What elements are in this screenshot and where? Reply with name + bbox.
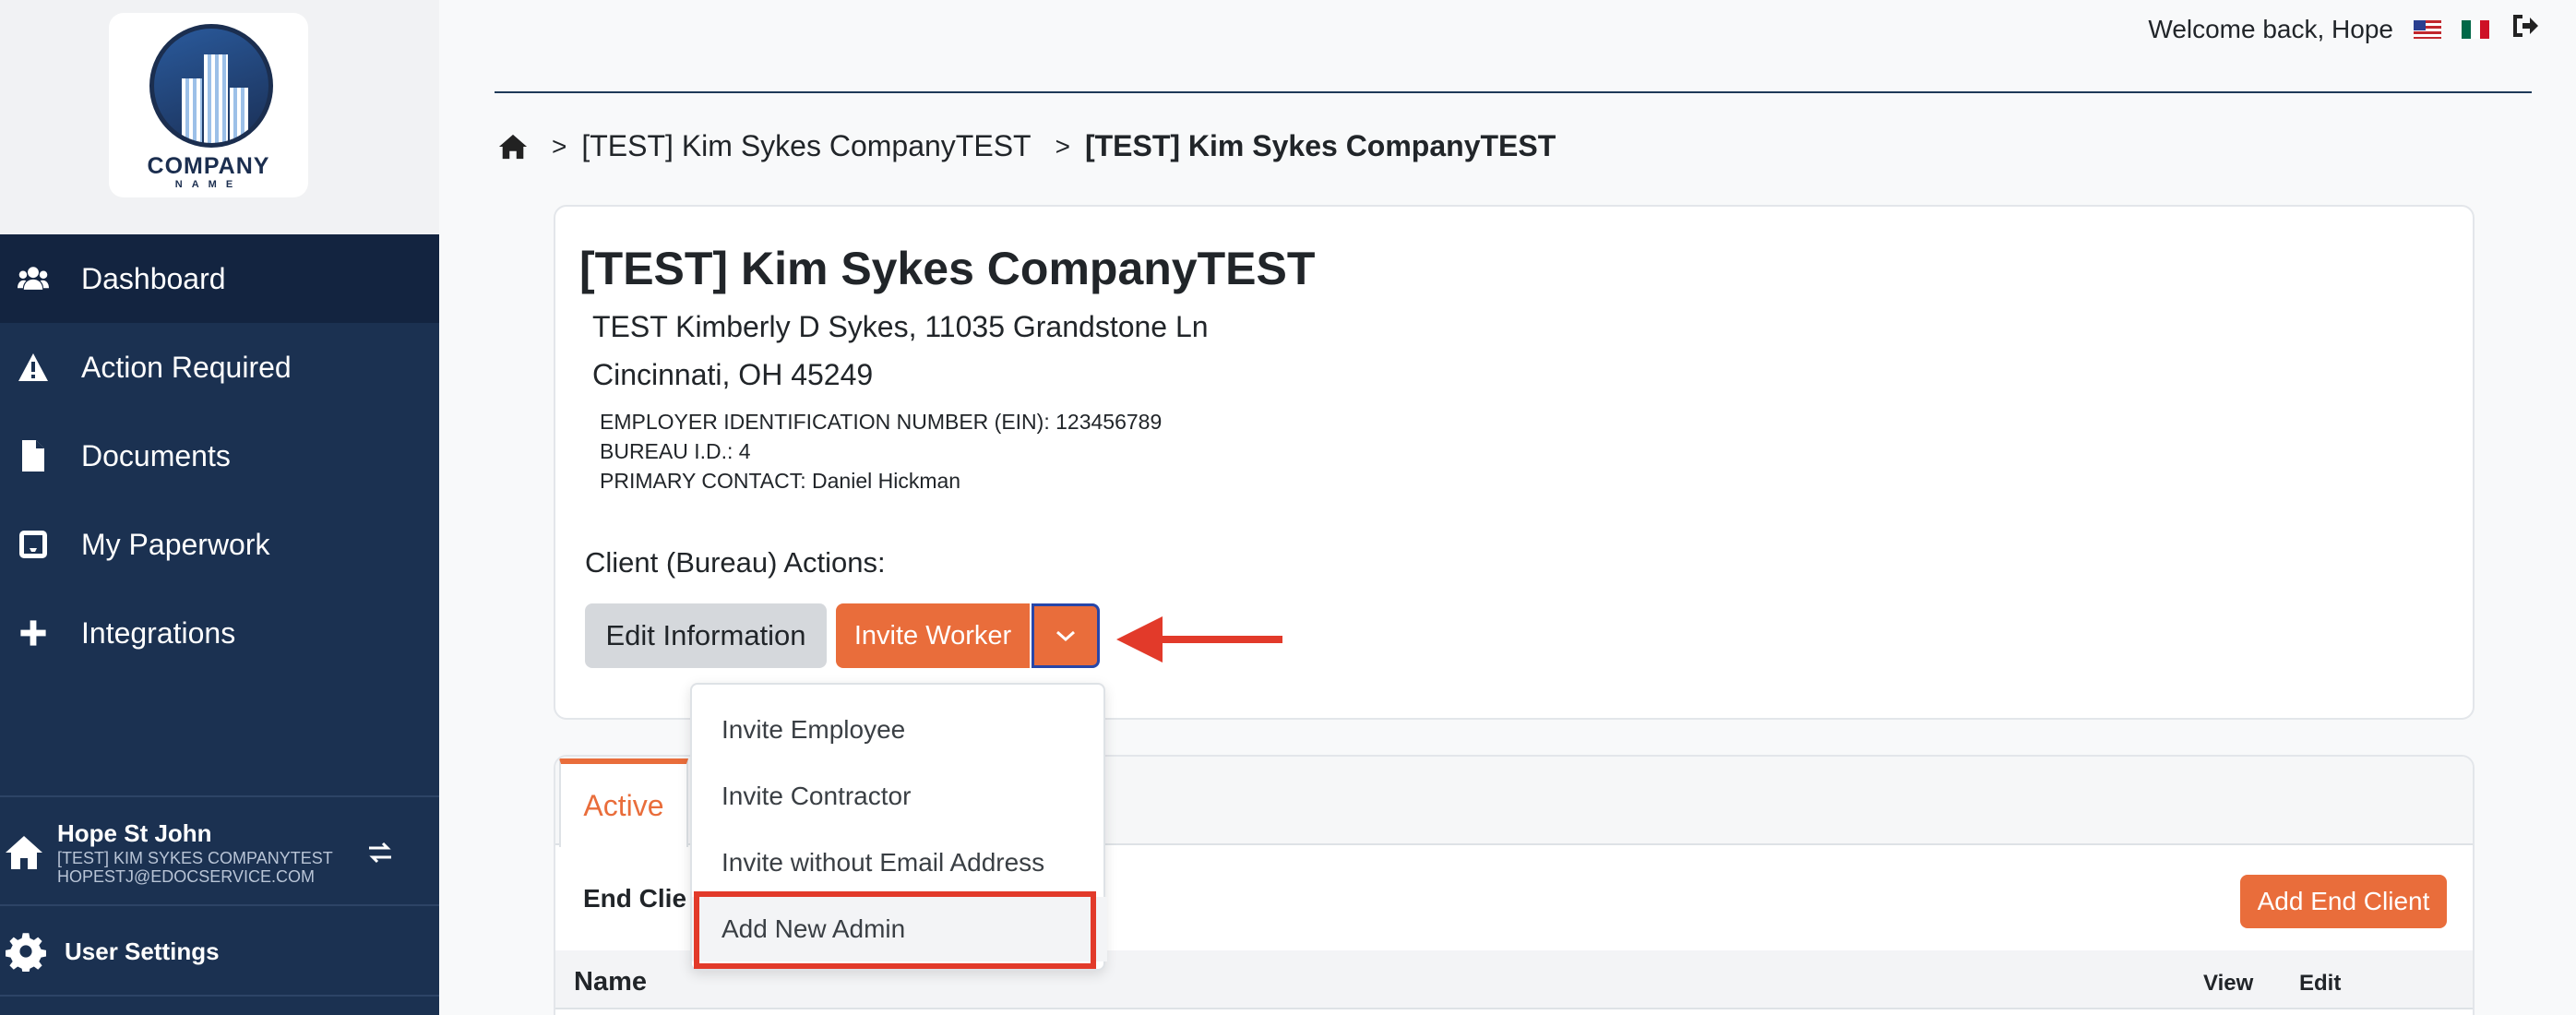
header-divider bbox=[495, 91, 2532, 93]
end-clients-heading: End Clie bbox=[583, 884, 687, 913]
sidebar-item-my-paperwork[interactable]: My Paperwork bbox=[0, 500, 439, 589]
company-primary-contact: PRIMARY CONTACT: Daniel Hickman bbox=[600, 469, 961, 493]
column-header-view: View bbox=[2203, 971, 2254, 996]
edit-information-button[interactable]: Edit Information bbox=[585, 603, 827, 668]
annotation-arrow-icon bbox=[1116, 616, 1282, 663]
building-logo-icon bbox=[149, 24, 273, 148]
mexico-flag-icon[interactable] bbox=[2462, 19, 2489, 39]
user-settings-item[interactable]: User Settings bbox=[0, 908, 439, 997]
sidebar-item-integrations[interactable]: Integrations bbox=[0, 589, 439, 677]
plus-icon bbox=[17, 616, 50, 650]
annotation-highlight-box bbox=[694, 891, 1096, 969]
warning-icon bbox=[17, 351, 50, 384]
company-address-line1: TEST Kimberly D Sykes, 11035 Grandstone … bbox=[592, 310, 1209, 343]
column-header-name[interactable]: Name bbox=[574, 967, 647, 997]
logout-icon[interactable] bbox=[2510, 11, 2539, 47]
file-icon bbox=[17, 439, 50, 472]
us-flag-icon[interactable] bbox=[2414, 19, 2441, 39]
top-bar: Welcome back, Hope bbox=[2148, 11, 2539, 47]
add-end-client-button[interactable]: Add End Client bbox=[2240, 875, 2447, 928]
sidebar-item-dashboard[interactable]: Dashboard bbox=[0, 234, 439, 323]
invite-dropdown-toggle[interactable] bbox=[1032, 603, 1100, 668]
sidebar-item-documents[interactable]: Documents bbox=[0, 412, 439, 500]
swap-arrows-icon[interactable] bbox=[365, 838, 395, 867]
user-profile-block[interactable]: Hope St John [TEST] KIM SYKES COMPANYTES… bbox=[0, 795, 439, 906]
column-header-edit: Edit bbox=[2299, 971, 2342, 996]
chevron-right-icon: > bbox=[1055, 131, 1070, 161]
company-logo[interactable]: COMPANY NAME bbox=[109, 13, 308, 197]
company-card: [TEST] Kim Sykes CompanyTEST TEST Kimber… bbox=[554, 205, 2475, 720]
company-bureau-id: BUREAU I.D.: 4 bbox=[600, 439, 751, 463]
breadcrumb: > [TEST] Kim Sykes CompanyTEST > [TEST] … bbox=[498, 129, 1556, 163]
logo-area: COMPANY NAME bbox=[0, 0, 439, 234]
company-address-line2: Cincinnati, OH 45249 bbox=[592, 358, 874, 391]
user-settings-label: User Settings bbox=[65, 937, 220, 965]
tab-active[interactable]: Active bbox=[559, 758, 688, 847]
sidebar-item-label: Documents bbox=[81, 438, 231, 472]
users-icon bbox=[17, 262, 50, 295]
invite-worker-button[interactable]: Invite Worker bbox=[836, 603, 1030, 668]
company-ein: EMPLOYER IDENTIFICATION NUMBER (EIN): 12… bbox=[600, 410, 1163, 434]
logo-word: COMPANY bbox=[147, 153, 270, 179]
menu-item-invite-contractor[interactable]: Invite Contractor bbox=[692, 764, 1107, 829]
breadcrumb-link[interactable]: [TEST] Kim Sykes CompanyTEST bbox=[581, 129, 1031, 163]
sidebar-item-label: Dashboard bbox=[81, 261, 226, 295]
breadcrumb-current: [TEST] Kim Sykes CompanyTEST bbox=[1084, 129, 1556, 162]
welcome-text: Welcome back, Hope bbox=[2148, 14, 2393, 43]
gear-icon bbox=[6, 933, 46, 972]
user-company: [TEST] KIM SYKES COMPANYTEST bbox=[57, 849, 333, 867]
sidebar-item-label: Action Required bbox=[81, 350, 292, 384]
home-icon bbox=[6, 836, 42, 869]
chevron-down-icon bbox=[1056, 630, 1075, 642]
user-email: HOPESTJ@EDOCSERVICE.COM bbox=[57, 867, 315, 886]
sidebar: COMPANY NAME Dashboard Action Required D… bbox=[0, 0, 439, 1015]
logo-subword: NAME bbox=[174, 179, 243, 190]
home-icon[interactable] bbox=[498, 133, 528, 161]
actions-label: Client (Bureau) Actions: bbox=[585, 546, 886, 579]
chevron-right-icon: > bbox=[552, 131, 567, 161]
sidebar-item-action-required[interactable]: Action Required bbox=[0, 323, 439, 412]
company-title: [TEST] Kim Sykes CompanyTEST bbox=[579, 243, 1316, 294]
inbox-icon bbox=[17, 528, 50, 561]
sidebar-item-label: My Paperwork bbox=[81, 527, 270, 561]
menu-item-invite-without-email[interactable]: Invite without Email Address bbox=[692, 830, 1107, 895]
menu-item-invite-employee[interactable]: Invite Employee bbox=[692, 698, 1107, 762]
user-name: Hope St John bbox=[57, 819, 212, 847]
sidebar-item-label: Integrations bbox=[81, 615, 236, 650]
